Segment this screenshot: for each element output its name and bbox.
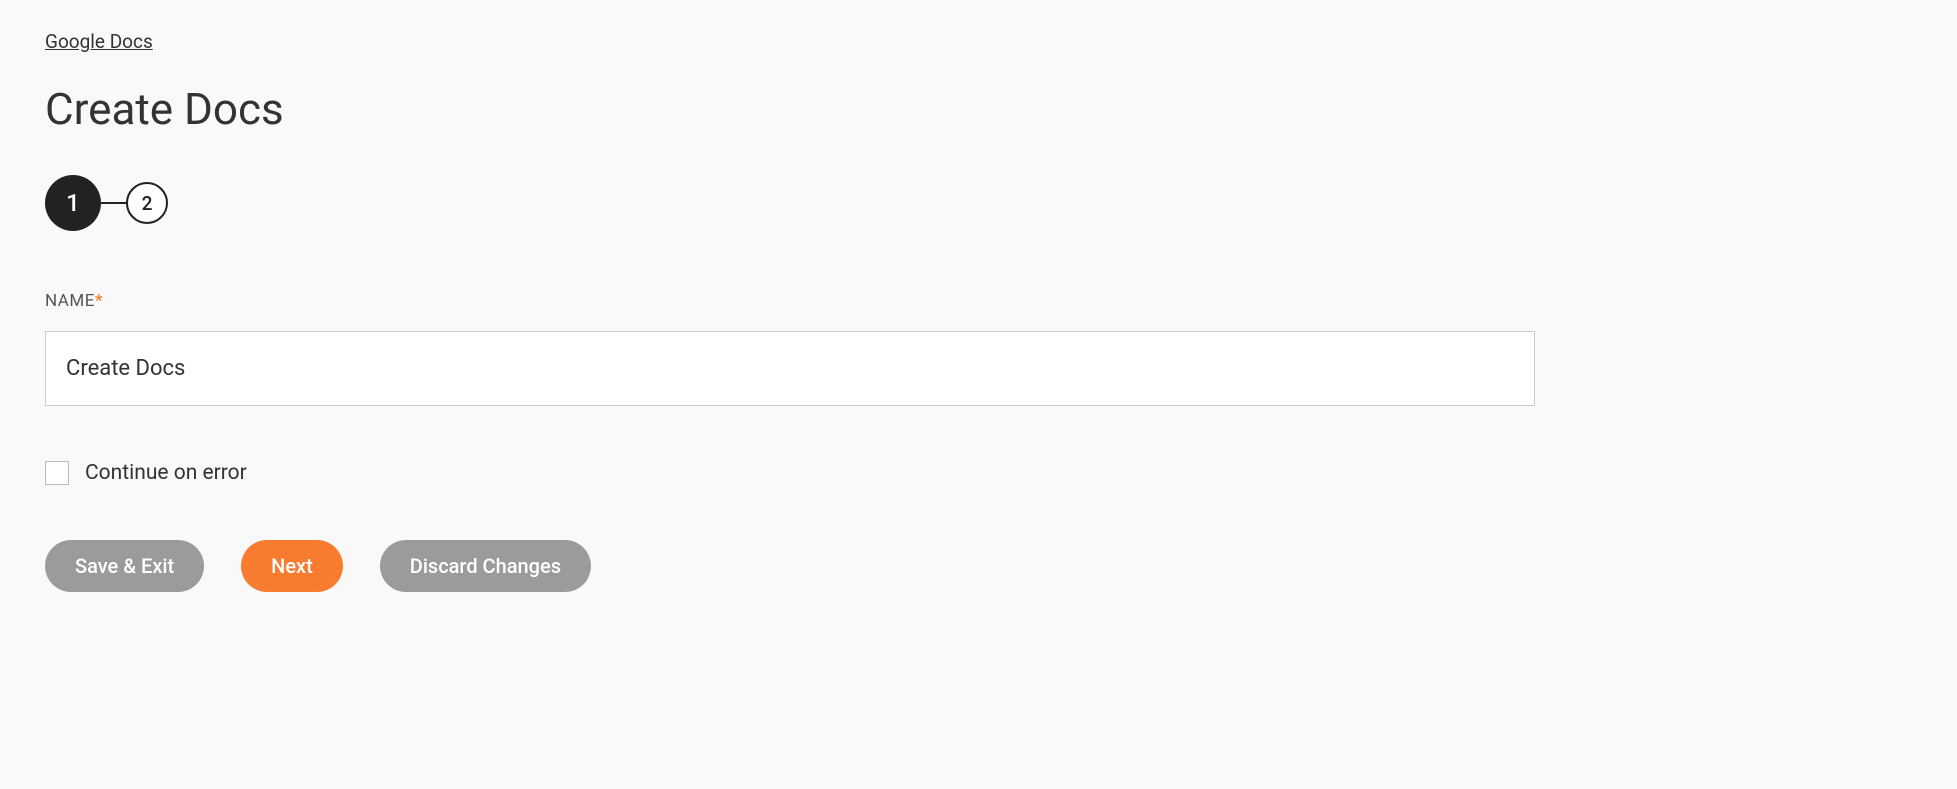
name-label-text: NAME xyxy=(45,291,95,311)
save-exit-button[interactable]: Save & Exit xyxy=(45,540,204,592)
breadcrumb-link[interactable]: Google Docs xyxy=(45,30,153,53)
button-row: Save & Exit Next Discard Changes xyxy=(45,540,1912,592)
next-button[interactable]: Next xyxy=(241,540,343,592)
step-2[interactable]: 2 xyxy=(126,182,168,224)
name-input[interactable] xyxy=(45,331,1535,406)
step-connector xyxy=(101,202,126,204)
page-title: Create Docs xyxy=(45,83,1912,135)
continue-on-error-checkbox[interactable] xyxy=(45,461,69,485)
stepper: 1 2 xyxy=(45,175,1912,231)
name-label: NAME* xyxy=(45,291,1912,311)
continue-on-error-label: Continue on error xyxy=(85,461,247,485)
discard-button[interactable]: Discard Changes xyxy=(380,540,591,592)
required-marker: * xyxy=(95,291,103,311)
step-1[interactable]: 1 xyxy=(45,175,101,231)
